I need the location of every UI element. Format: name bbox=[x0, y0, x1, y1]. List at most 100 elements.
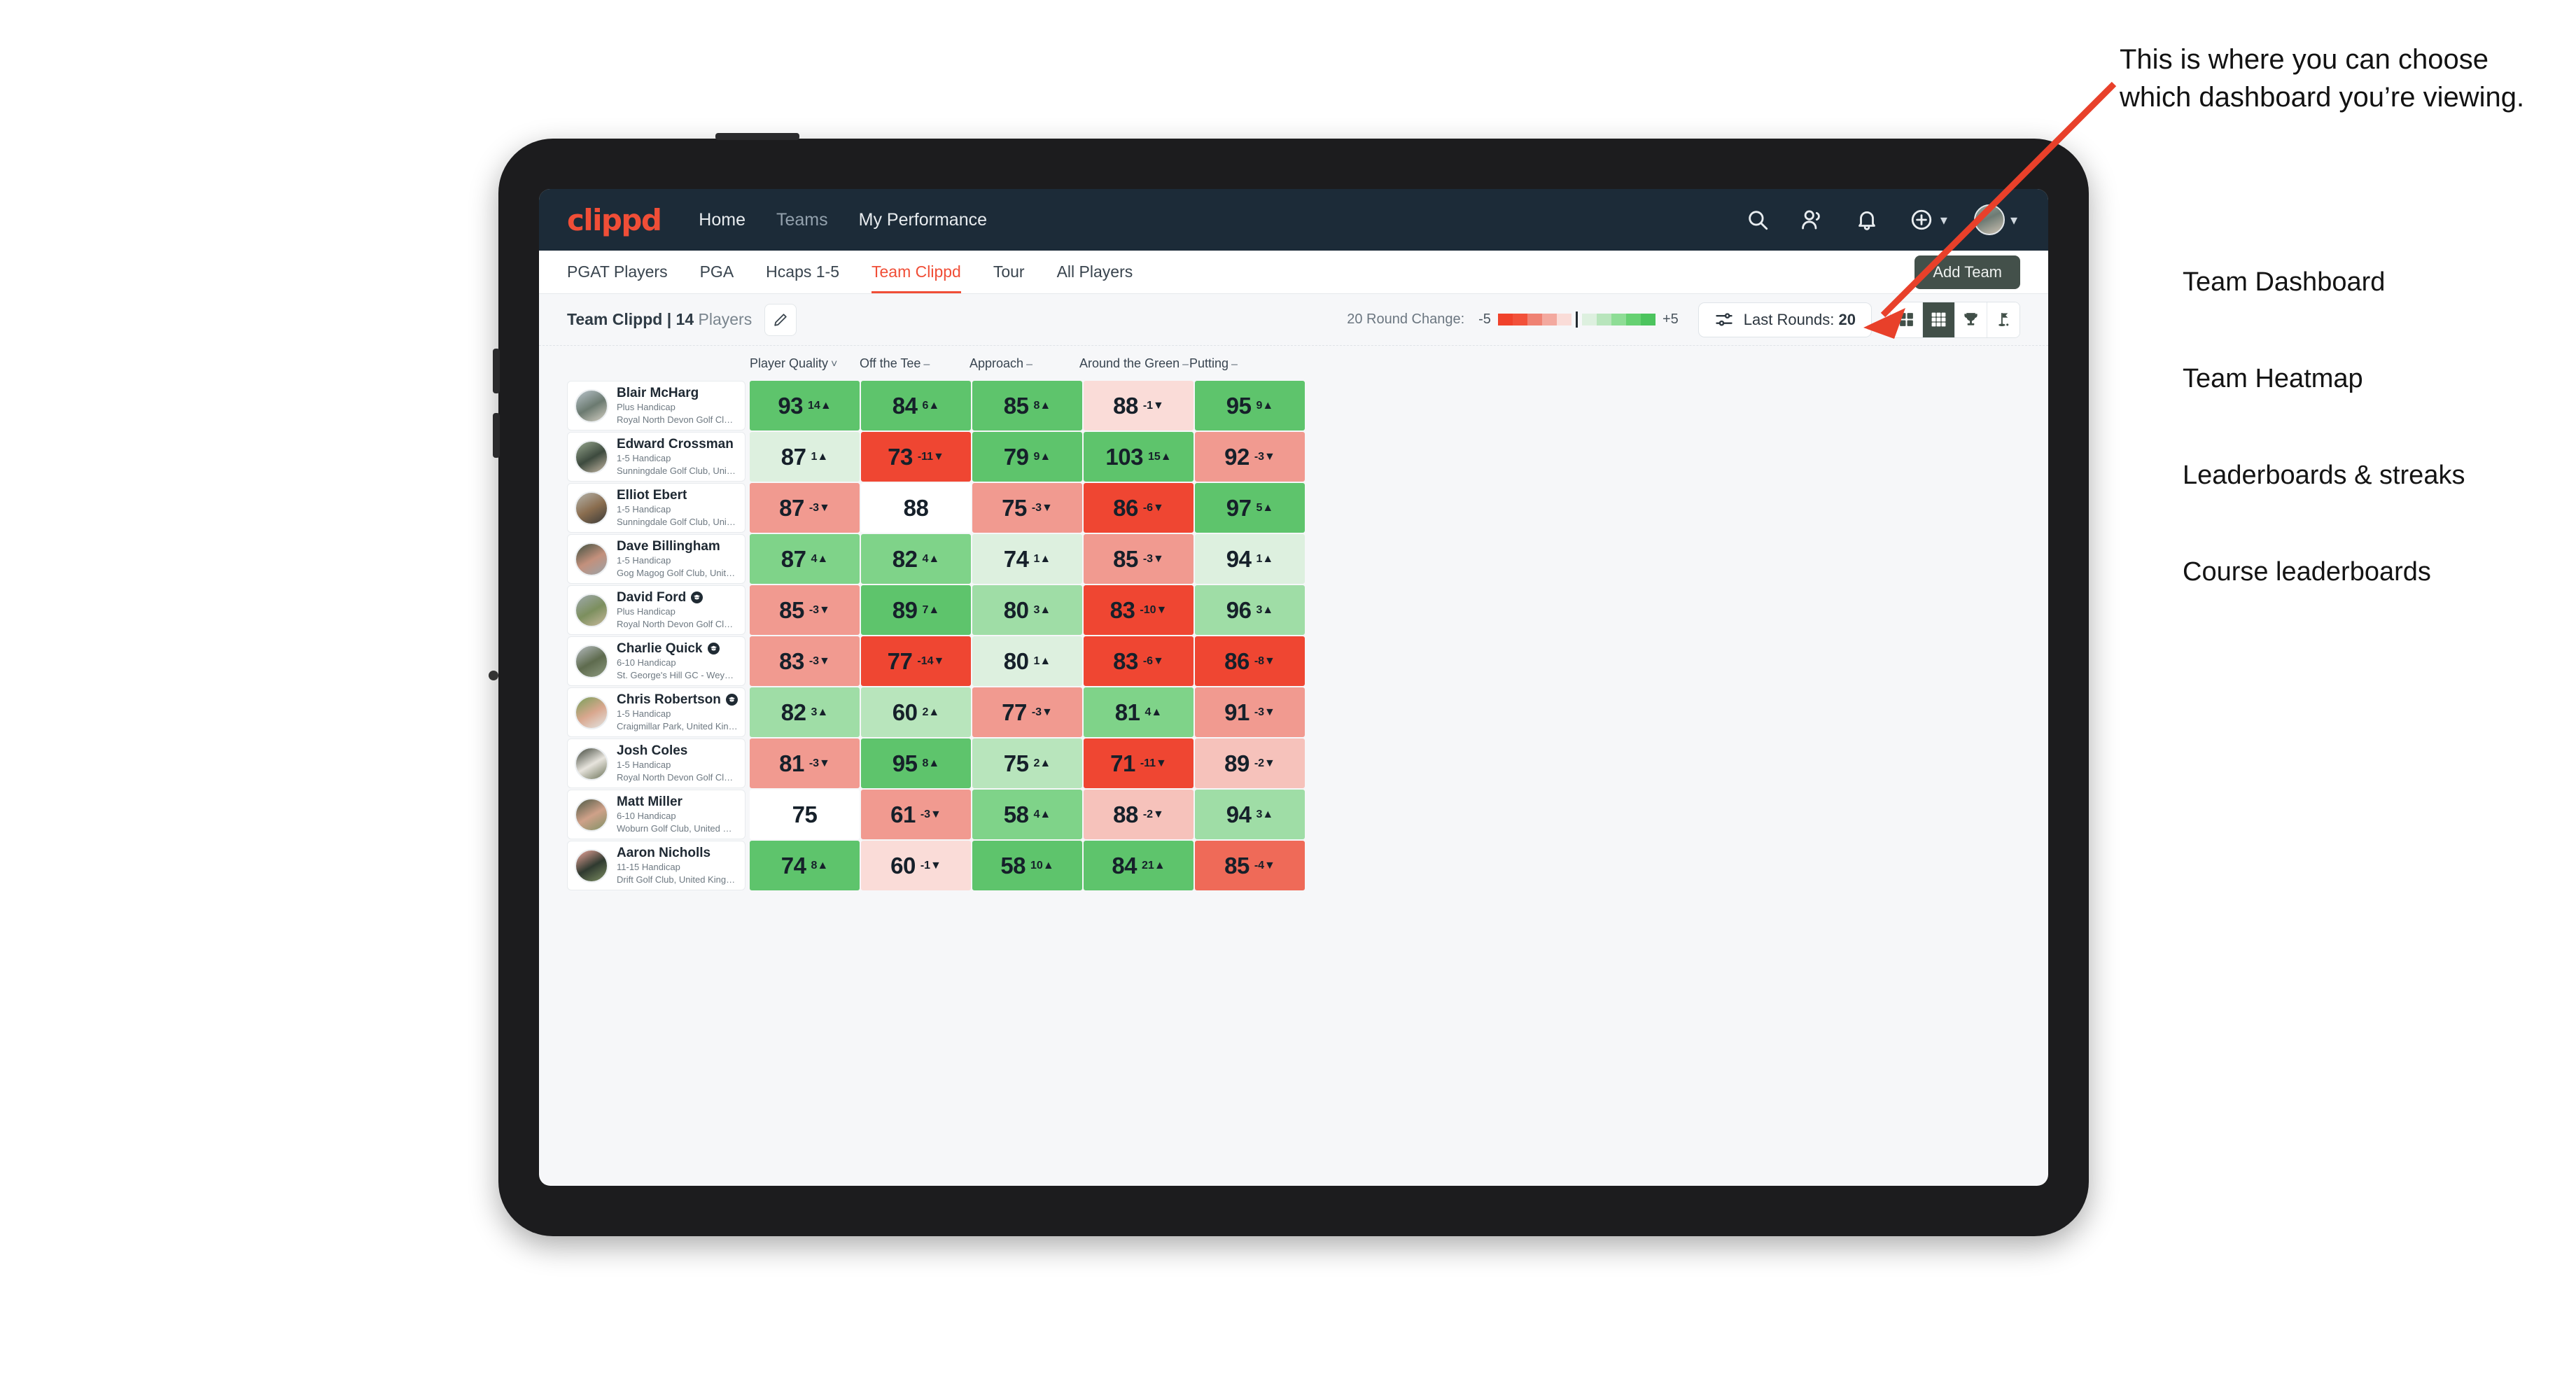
score-cell[interactable]: 58 4▲ bbox=[972, 790, 1082, 839]
player-card[interactable]: Chris Robertson 1-5 Handicap Craigmillar P… bbox=[567, 687, 746, 737]
tablet-device-frame: clippd Home Teams My Performance ▾ ▾ PGA… bbox=[489, 133, 2089, 1236]
user-avatar-menu[interactable]: ▾ bbox=[1973, 204, 2017, 235]
player-card[interactable]: Elliot Ebert 1-5 Handicap Sunningdale Golf… bbox=[567, 483, 746, 533]
score-cell[interactable]: 88 bbox=[861, 483, 971, 533]
team-player-count: 14 bbox=[676, 310, 694, 328]
tab-pgat-players[interactable]: PGAT Players bbox=[567, 262, 668, 293]
volume-down-button[interactable] bbox=[493, 413, 500, 458]
score-cell[interactable]: 103 15▲ bbox=[1084, 432, 1194, 482]
score-cell[interactable]: 96 3▲ bbox=[1195, 585, 1305, 635]
score-cell[interactable]: 81 -3▼ bbox=[750, 738, 860, 788]
score-cell[interactable]: 77 -14▼ bbox=[861, 636, 971, 686]
score-cell[interactable]: 77 -3▼ bbox=[972, 687, 1082, 737]
score-cell[interactable]: 80 1▲ bbox=[972, 636, 1082, 686]
score-cell[interactable]: 88 -2▼ bbox=[1084, 790, 1194, 839]
player-card[interactable]: Josh Coles 1-5 Handicap Royal North Devon … bbox=[567, 738, 746, 788]
plus-circle-icon[interactable] bbox=[1908, 206, 1935, 233]
score-cell[interactable]: 81 4▲ bbox=[1084, 687, 1194, 737]
column-header-off-the-tee[interactable]: Off the Tee – bbox=[855, 356, 965, 371]
score-cell[interactable]: 87 4▲ bbox=[750, 534, 860, 584]
score-cell[interactable]: 93 14▲ bbox=[750, 381, 860, 430]
score-cell[interactable]: 85 -4▼ bbox=[1195, 841, 1305, 890]
score-cell[interactable]: 61 -3▼ bbox=[861, 790, 971, 839]
player-card[interactable]: Aaron Nicholls 11-15 Handicap Drift Golf C… bbox=[567, 841, 746, 890]
score-cell[interactable]: 84 21▲ bbox=[1084, 841, 1194, 890]
score-cell[interactable]: 83 -6▼ bbox=[1084, 636, 1194, 686]
bell-icon[interactable] bbox=[1854, 206, 1880, 233]
nav-link-my-performance[interactable]: My Performance bbox=[859, 210, 987, 230]
last-rounds-filter-button[interactable]: Last Rounds: 20 bbox=[1698, 302, 1872, 337]
power-button[interactable] bbox=[715, 133, 799, 140]
player-card[interactable]: David Ford Plus Handicap Royal North Devon… bbox=[567, 585, 746, 635]
score-cell[interactable]: 91 -3▼ bbox=[1195, 687, 1305, 737]
nav-link-home[interactable]: Home bbox=[699, 210, 746, 230]
score-cell[interactable]: 71 -11▼ bbox=[1084, 738, 1194, 788]
score-cell[interactable]: 75 -3▼ bbox=[972, 483, 1082, 533]
score-cell[interactable]: 86 -8▼ bbox=[1195, 636, 1305, 686]
score-delta: -11▼ bbox=[1140, 757, 1167, 769]
add-team-button[interactable]: Add Team bbox=[1914, 255, 2020, 289]
player-card[interactable]: Dave Billingham 1-5 Handicap Gog Magog Gol… bbox=[567, 534, 746, 584]
score-cell[interactable]: 82 3▲ bbox=[750, 687, 860, 737]
clippd-logo[interactable]: clippd bbox=[567, 203, 662, 237]
team-dashboard-view-button[interactable] bbox=[1891, 302, 1923, 337]
score-cell[interactable]: 94 3▲ bbox=[1195, 790, 1305, 839]
column-header-approach[interactable]: Approach – bbox=[965, 356, 1075, 371]
search-icon[interactable] bbox=[1744, 206, 1771, 233]
annotation-item-leaderboards-streaks: Leaderboards & streaks bbox=[2183, 461, 2465, 490]
volume-up-button[interactable] bbox=[493, 349, 500, 393]
column-header-player-quality[interactable]: Player Quality ˅ bbox=[746, 356, 855, 371]
people-icon[interactable] bbox=[1799, 206, 1826, 233]
player-card[interactable]: Matt Miller 6-10 Handicap Woburn Golf Club… bbox=[567, 790, 746, 839]
player-card[interactable]: Charlie Quick 6-10 Handicap St. George's H… bbox=[567, 636, 746, 686]
tab-team-clippd[interactable]: Team Clippd bbox=[872, 262, 961, 293]
score-cell[interactable]: 82 4▲ bbox=[861, 534, 971, 584]
score-cell[interactable]: 86 -6▼ bbox=[1084, 483, 1194, 533]
score-cell[interactable]: 92 -3▼ bbox=[1195, 432, 1305, 482]
score-cell[interactable]: 85 -3▼ bbox=[750, 585, 860, 635]
tab-pga[interactable]: PGA bbox=[700, 262, 734, 293]
edit-team-button[interactable] bbox=[764, 303, 797, 336]
score-cell[interactable]: 75 2▲ bbox=[972, 738, 1082, 788]
tab-all-players[interactable]: All Players bbox=[1057, 262, 1133, 293]
course-leaderboards-view-button[interactable] bbox=[1987, 302, 2019, 337]
score-cell[interactable]: 58 10▲ bbox=[972, 841, 1082, 890]
avatar-chevron-down-icon[interactable]: ▾ bbox=[2010, 211, 2017, 229]
player-card[interactable]: Edward Crossman 1-5 Handicap Sunningdale G… bbox=[567, 432, 746, 482]
score-cell[interactable]: 95 9▲ bbox=[1195, 381, 1305, 430]
score-cell[interactable]: 89 -2▼ bbox=[1195, 738, 1305, 788]
score-delta: 14▲ bbox=[808, 399, 832, 412]
player-avatar bbox=[575, 491, 608, 525]
score-cell[interactable]: 83 -3▼ bbox=[750, 636, 860, 686]
score-cell[interactable]: 84 6▲ bbox=[861, 381, 971, 430]
score-cell[interactable]: 80 3▲ bbox=[972, 585, 1082, 635]
score-cell[interactable]: 74 8▲ bbox=[750, 841, 860, 890]
player-card[interactable]: Blair McHarg Plus Handicap Royal North Dev… bbox=[567, 381, 746, 430]
score-cell[interactable]: 94 1▲ bbox=[1195, 534, 1305, 584]
score-cell[interactable]: 95 8▲ bbox=[861, 738, 971, 788]
score-cell[interactable]: 75 bbox=[750, 790, 860, 839]
score-cell[interactable]: 74 1▲ bbox=[972, 534, 1082, 584]
score-cell[interactable]: 88 -1▼ bbox=[1084, 381, 1194, 430]
plus-chevron-down-icon[interactable]: ▾ bbox=[1940, 211, 1947, 229]
leaderboards-streaks-view-button[interactable] bbox=[1955, 302, 1987, 337]
score-cell[interactable]: 73 -11▼ bbox=[861, 432, 971, 482]
score-cell[interactable]: 60 -1▼ bbox=[861, 841, 971, 890]
score-cell[interactable]: 83 -10▼ bbox=[1084, 585, 1194, 635]
score-cell[interactable]: 89 7▲ bbox=[861, 585, 971, 635]
tab-tour[interactable]: Tour bbox=[993, 262, 1025, 293]
score-delta: 9▲ bbox=[1256, 399, 1274, 412]
score-cell[interactable]: 79 9▲ bbox=[972, 432, 1082, 482]
nav-link-teams[interactable]: Teams bbox=[776, 210, 828, 230]
column-header-putting[interactable]: Putting – bbox=[1185, 356, 1295, 371]
score-cell[interactable]: 85 -3▼ bbox=[1084, 534, 1194, 584]
score-cell[interactable]: 97 5▲ bbox=[1195, 483, 1305, 533]
score-value: 86 bbox=[1113, 494, 1138, 521]
tab-hcaps-1-5[interactable]: Hcaps 1-5 bbox=[766, 262, 839, 293]
score-cell[interactable]: 85 8▲ bbox=[972, 381, 1082, 430]
team-heatmap-view-button[interactable] bbox=[1923, 302, 1955, 337]
score-cell[interactable]: 87 1▲ bbox=[750, 432, 860, 482]
column-header-around-the-green[interactable]: Around the Green – bbox=[1075, 356, 1189, 371]
score-cell[interactable]: 87 -3▼ bbox=[750, 483, 860, 533]
score-cell[interactable]: 60 2▲ bbox=[861, 687, 971, 737]
